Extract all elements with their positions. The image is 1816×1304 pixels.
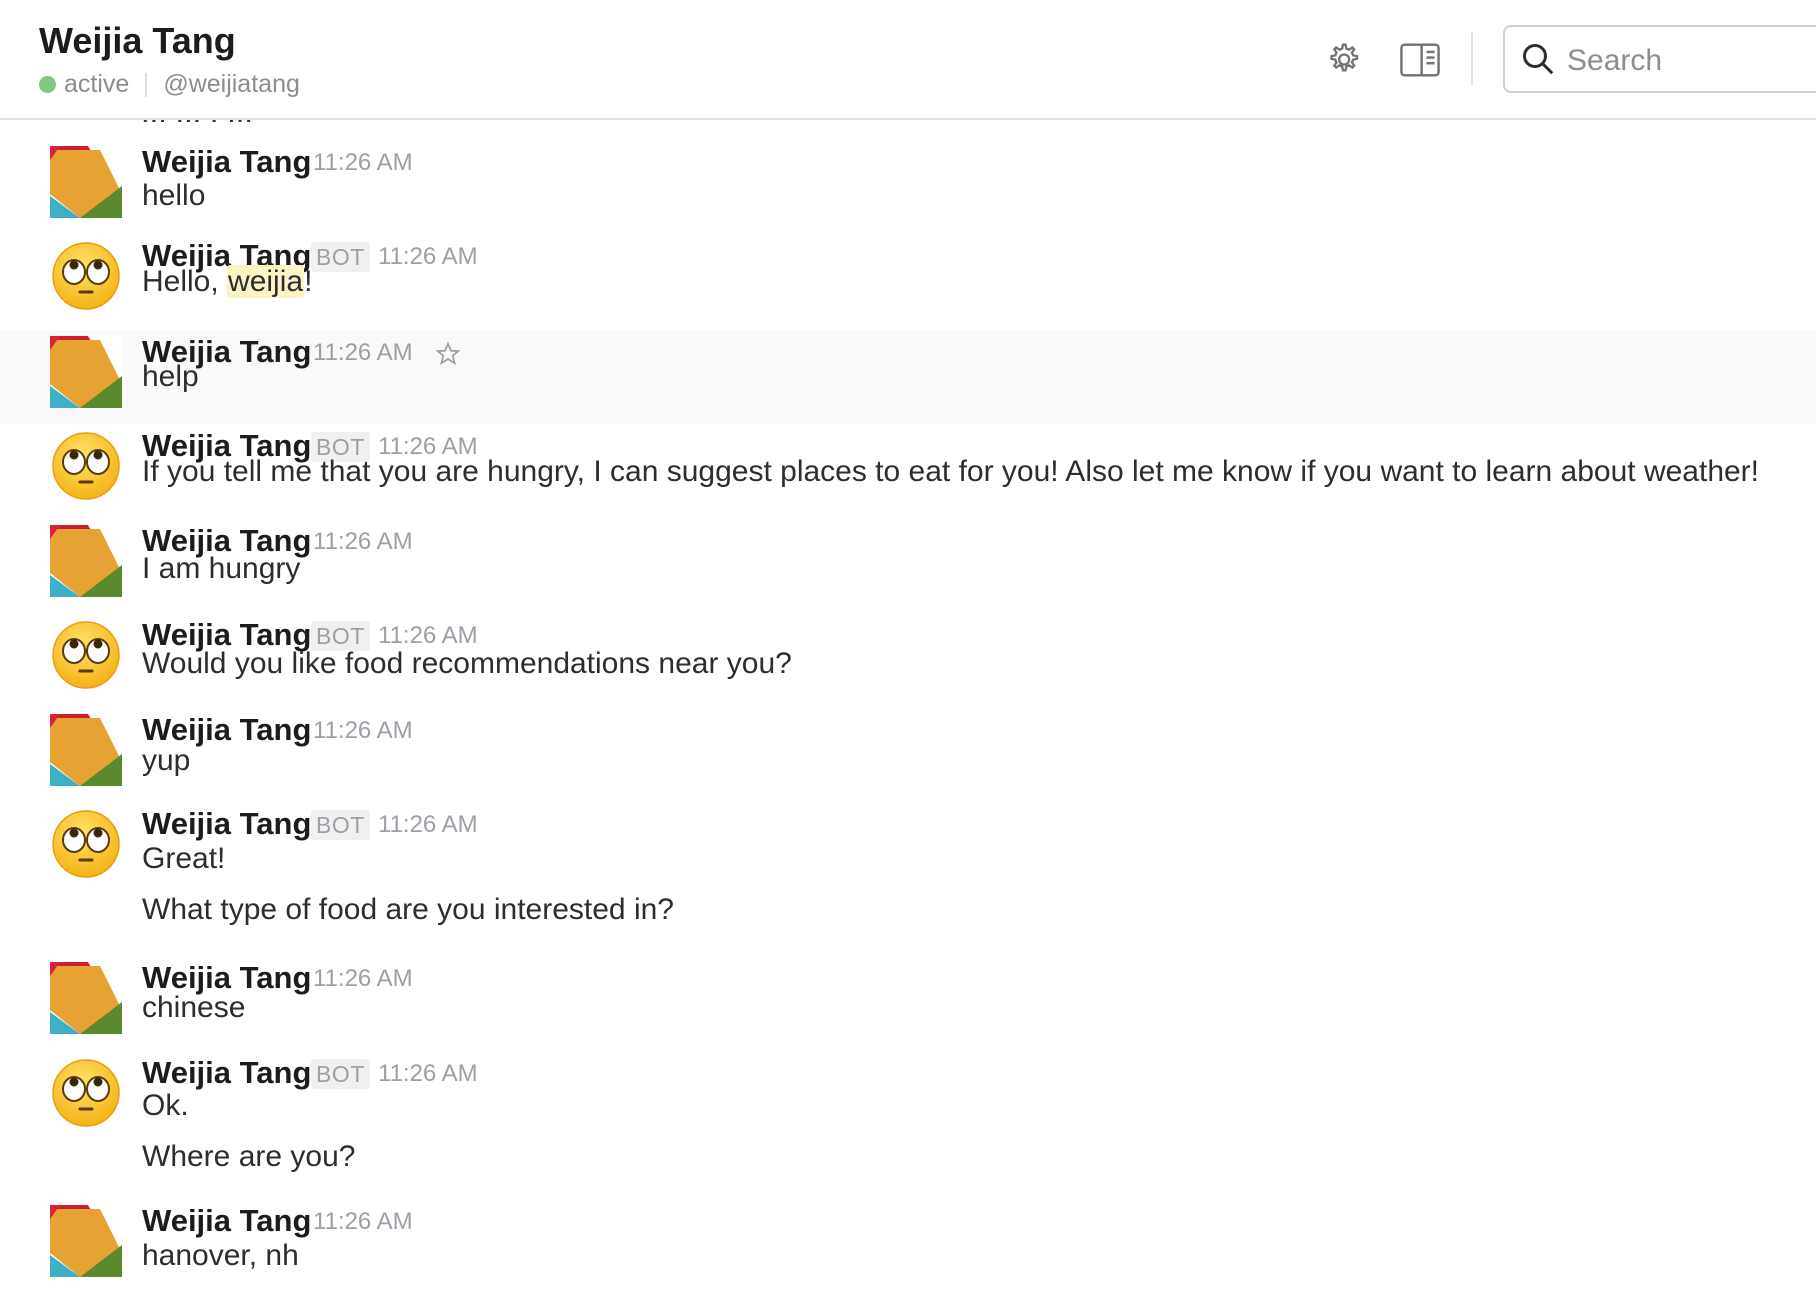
presence-status: active	[64, 70, 130, 98]
message-timestamp[interactable]: 11:26 AM	[378, 243, 478, 271]
message-item[interactable]: Weijia Tang 11:26 AM chinese	[0, 956, 1816, 1048]
message-item[interactable]: Weijia Tang BOT 11:26 AM Would you like foo…	[0, 614, 1816, 706]
presence-dot-icon	[39, 76, 56, 93]
message-author[interactable]: Weijia Tang	[142, 1203, 311, 1239]
message-text: Would you like food recommendations near…	[142, 647, 792, 680]
message-timestamp[interactable]: 11:26 AM	[313, 149, 413, 177]
message-author[interactable]: Weijia Tang	[142, 1055, 311, 1091]
clipped-previous-message: ... ... . ...	[0, 120, 1816, 134]
message-text: What type of food are you interested in?	[142, 893, 674, 926]
star-icon[interactable]	[435, 341, 461, 367]
user-avatar[interactable]	[50, 525, 122, 597]
message-author[interactable]: Weijia Tang	[142, 712, 311, 748]
message-timestamp[interactable]: 11:26 AM	[313, 528, 413, 556]
message-timestamp[interactable]: 11:26 AM	[378, 1060, 478, 1088]
message-timestamp[interactable]: 11:26 AM	[378, 811, 478, 839]
toggle-details-button[interactable]	[1394, 34, 1446, 86]
settings-button[interactable]	[1317, 34, 1369, 86]
channel-header: Weijia Tang active @weijiatang Search	[0, 0, 1816, 120]
bot-badge: BOT	[311, 810, 370, 840]
message-text: hanover, nh	[142, 1239, 299, 1272]
user-avatar[interactable]	[50, 146, 122, 218]
user-avatar[interactable]	[50, 714, 122, 786]
message-timestamp[interactable]: 11:26 AM	[313, 965, 413, 993]
bot-avatar-rolling-eyes-icon[interactable]	[50, 1057, 122, 1129]
bot-badge: BOT	[311, 242, 370, 272]
message-text: Where are you?	[142, 1140, 356, 1173]
user-avatar[interactable]	[50, 1205, 122, 1277]
message-timestamp[interactable]: 11:26 AM	[313, 717, 413, 745]
message-text: Hello, weijia!	[142, 265, 313, 298]
message-item[interactable]: Weijia Tang BOT 11:26 AM Great! What type of…	[0, 803, 1816, 953]
search-placeholder: Search	[1567, 44, 1663, 77]
message-item[interactable]: Weijia Tang BOT 11:26 AM Hello, weijia!	[0, 236, 1816, 328]
sidebar-toggle-icon	[1400, 43, 1440, 77]
message-item[interactable]: Weijia Tang 11:26 AM hanover, nh	[0, 1200, 1816, 1292]
message-item[interactable]: Weijia Tang BOT 11:26 AM If you tell me tha…	[0, 426, 1816, 518]
message-text: help	[142, 360, 199, 393]
message-text: hello	[142, 179, 206, 212]
message-timestamp[interactable]: 11:26 AM	[313, 339, 413, 367]
message-text: Ok.	[142, 1089, 189, 1122]
gear-icon	[1330, 43, 1359, 72]
message-text: I am hungry	[142, 552, 301, 585]
search-icon	[1523, 44, 1554, 75]
message-text: Great!	[142, 842, 226, 875]
bot-badge: BOT	[311, 1059, 370, 1089]
message-item[interactable]: Weijia Tang 11:26 AM hello	[0, 141, 1816, 233]
user-handle[interactable]: @weijiatang	[163, 70, 300, 99]
message-item[interactable]: Weijia Tang 11:26 AM yup	[0, 709, 1816, 801]
header-divider	[1471, 32, 1473, 86]
message-timestamp[interactable]: 11:26 AM	[313, 1208, 413, 1236]
channel-meta: active @weijiatang	[39, 70, 300, 99]
bot-avatar-rolling-eyes-icon[interactable]	[50, 430, 122, 502]
bot-avatar-rolling-eyes-icon[interactable]	[50, 619, 122, 691]
channel-title[interactable]: Weijia Tang	[39, 20, 236, 62]
message-text: yup	[142, 744, 191, 777]
message-author[interactable]: Weijia Tang	[142, 144, 311, 180]
meta-divider	[145, 72, 148, 97]
search-input[interactable]: Search	[1503, 25, 1816, 93]
user-avatar[interactable]	[50, 962, 122, 1034]
user-avatar[interactable]	[50, 336, 122, 408]
message-timestamp[interactable]: 11:26 AM	[378, 622, 478, 650]
message-item[interactable]: Weijia Tang BOT 11:26 AM Ok. Where are you?	[0, 1050, 1816, 1200]
user-mention[interactable]: weijia	[227, 265, 305, 298]
message-item[interactable]: Weijia Tang 11:26 AM help	[0, 330, 1816, 424]
bot-avatar-rolling-eyes-icon[interactable]	[50, 240, 122, 312]
message-author[interactable]: Weijia Tang	[142, 806, 311, 842]
bot-avatar-rolling-eyes-icon[interactable]	[50, 808, 122, 880]
message-item[interactable]: Weijia Tang 11:26 AM I am hungry	[0, 520, 1816, 612]
message-text: chinese	[142, 991, 246, 1024]
message-text: If you tell me that you are hungry, I ca…	[142, 455, 1760, 488]
